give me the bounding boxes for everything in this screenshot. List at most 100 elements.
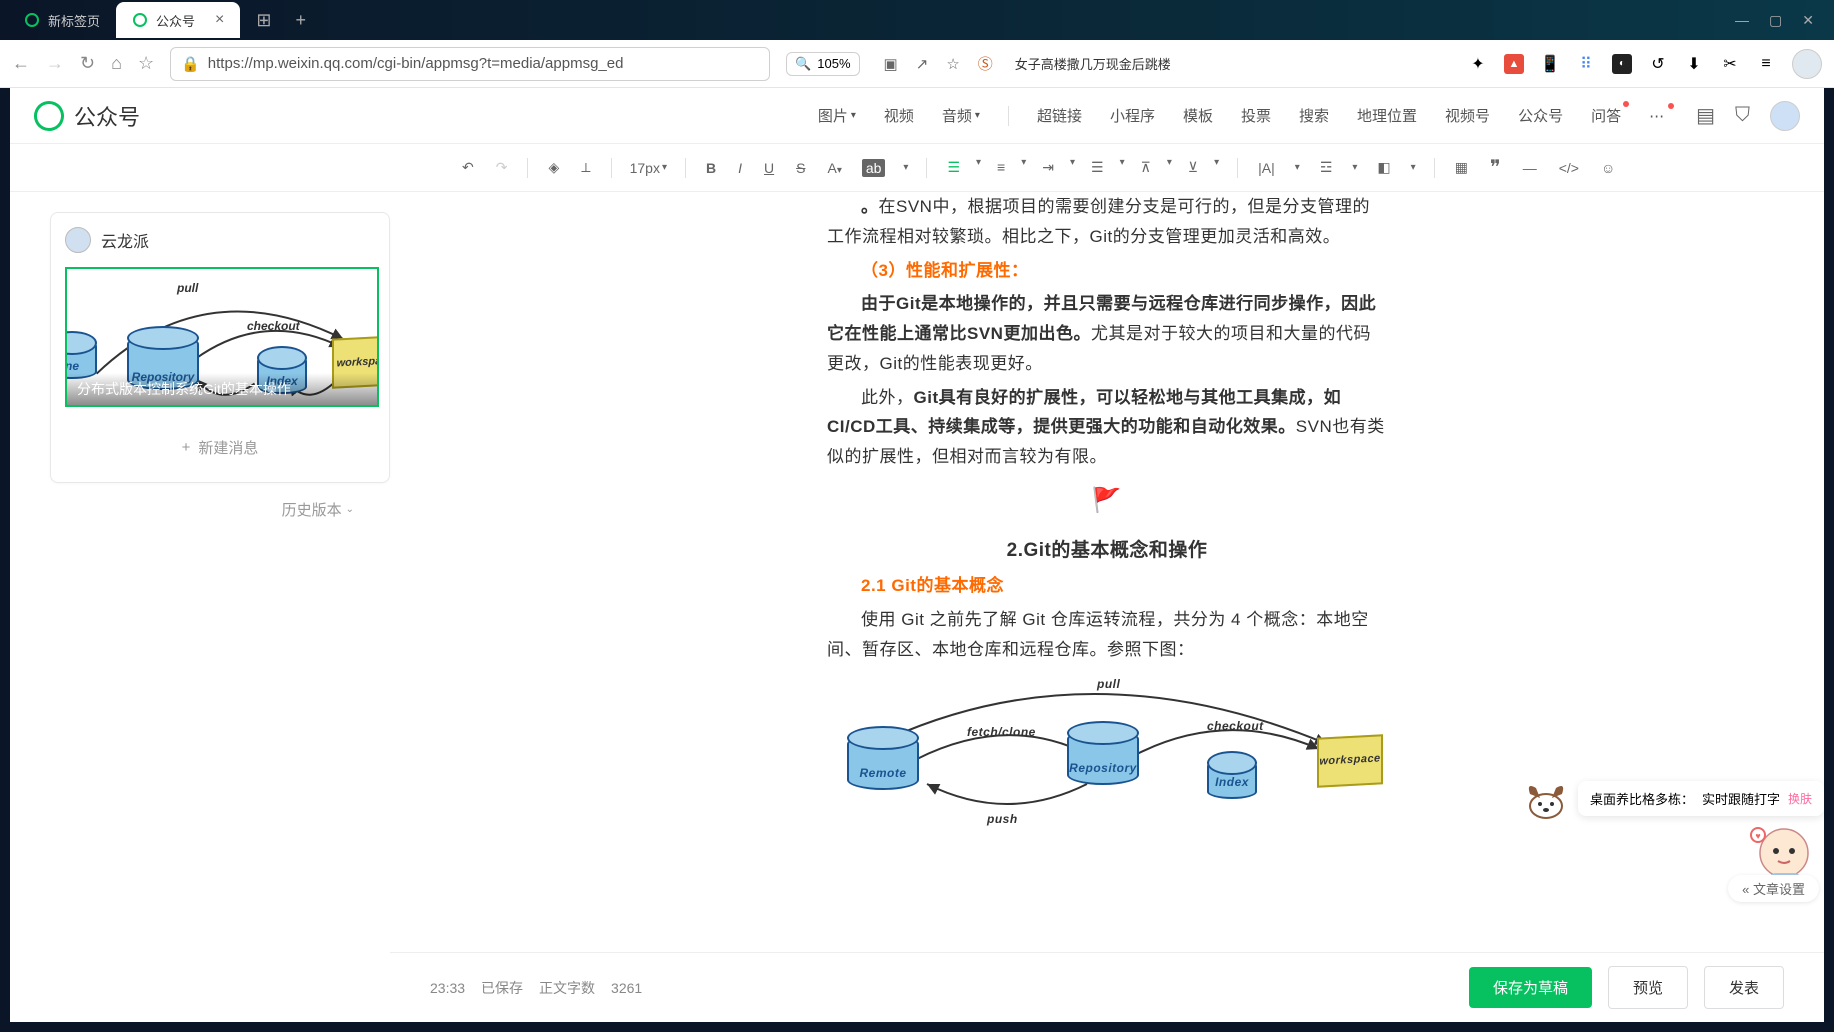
quote-icon[interactable]: ❞ bbox=[1488, 153, 1503, 182]
paragraph: 使用 Git 之前先了解 Git 仓库运转流程，共分为 4 个概念：本地空间、暂… bbox=[827, 605, 1387, 665]
menu-link[interactable]: 超链接 bbox=[1037, 105, 1082, 126]
url-text: https://mp.weixin.qq.com/cgi-bin/appmsg?… bbox=[208, 55, 624, 72]
ext-red-icon[interactable]: ▲ bbox=[1504, 54, 1524, 74]
format-painter-icon[interactable]: ◈ bbox=[546, 157, 561, 178]
app-header: 公众号 图片▾ 视频 音频▾ 超链接 小程序 模板 投票 搜索 地理位置 视频号… bbox=[10, 88, 1824, 144]
indent-icon[interactable]: ⇥ bbox=[1040, 157, 1056, 178]
url-input[interactable]: 🔒 https://mp.weixin.qq.com/cgi-bin/appms… bbox=[170, 47, 770, 81]
menu-video[interactable]: 视频 bbox=[884, 105, 914, 126]
float-icon[interactable]: ◧ bbox=[1375, 157, 1392, 178]
editor-canvas[interactable]: 。在SVN中，根据项目的需要创建分支是可行的，但是分支管理的工作流程相对较繁琐。… bbox=[390, 192, 1824, 952]
ext-ai-icon[interactable]: ✦ bbox=[1468, 54, 1488, 74]
back-icon[interactable]: ← bbox=[12, 53, 30, 74]
clear-format-icon[interactable]: ⟂ bbox=[579, 157, 592, 178]
strike-icon[interactable]: S bbox=[794, 158, 807, 178]
capture-icon[interactable]: ▣ bbox=[884, 55, 898, 73]
zoom-indicator[interactable]: 🔍 105% bbox=[786, 52, 859, 76]
text-color-icon[interactable]: A▾ bbox=[825, 158, 843, 178]
ext-history-icon[interactable]: ↺ bbox=[1648, 54, 1668, 74]
ext-download-icon[interactable]: ⬇ bbox=[1684, 54, 1704, 74]
menu-vote[interactable]: 投票 bbox=[1241, 105, 1271, 126]
letter-spacing-icon[interactable]: |A| bbox=[1256, 158, 1277, 178]
forward-icon[interactable]: → bbox=[46, 53, 64, 74]
ext-menu-icon[interactable]: ≡ bbox=[1756, 54, 1776, 74]
tab-icon-360 bbox=[24, 12, 40, 28]
ext-scissors-icon[interactable]: ✂ bbox=[1720, 54, 1740, 74]
spacing-top-icon[interactable]: ⊼ bbox=[1139, 157, 1153, 178]
tab-toolbox-icon[interactable]: ⊞ bbox=[248, 6, 279, 35]
shield-icon[interactable]: ⛉ bbox=[1735, 104, 1750, 127]
history-link[interactable]: 历史版本 ⌄ bbox=[50, 499, 390, 520]
brand-name: 公众号 bbox=[74, 100, 140, 132]
home-icon[interactable]: ⌂ bbox=[111, 53, 122, 74]
publish-button[interactable]: 发表 bbox=[1704, 966, 1784, 1009]
menu-audio[interactable]: 音频▾ bbox=[942, 105, 980, 126]
menu-more[interactable]: ⋯ bbox=[1649, 107, 1666, 125]
menu-search[interactable]: 搜索 bbox=[1299, 105, 1329, 126]
favorite-icon[interactable]: ☆ bbox=[946, 55, 959, 73]
pet-msg-prefix: 桌面养比格多栋： bbox=[1590, 789, 1694, 808]
account-avatar-icon bbox=[65, 227, 91, 253]
news-snippet[interactable]: 女子高楼撒几万现金后跳楼 bbox=[1015, 54, 1171, 73]
add-message-button[interactable]: + 新建消息 bbox=[65, 427, 375, 468]
brand[interactable]: 公众号 bbox=[34, 100, 140, 132]
flag-icon: 🚩 bbox=[827, 480, 1387, 522]
user-avatar-button[interactable] bbox=[1792, 49, 1822, 79]
ext-dark-icon[interactable]: ◐ bbox=[1612, 54, 1632, 74]
lock-icon: 🔒 bbox=[181, 55, 200, 73]
sogou-ext-icon[interactable]: Ⓢ bbox=[978, 53, 993, 74]
save-draft-button[interactable]: 保存为草稿 bbox=[1469, 967, 1592, 1008]
heading-3: （3）性能和扩展性： bbox=[827, 256, 1387, 286]
italic-icon[interactable]: I bbox=[736, 158, 744, 178]
change-skin-button[interactable]: 换肤 bbox=[1788, 790, 1812, 807]
window-close-icon[interactable]: ✕ bbox=[1802, 12, 1814, 29]
thumb-caption: 分布式版本控制系统Git的基本操作 bbox=[67, 373, 377, 405]
article-thumbnail[interactable]: pull checkout commit add ne Repository I… bbox=[65, 267, 379, 407]
menu-template[interactable]: 模板 bbox=[1183, 105, 1213, 126]
spacing-bottom-icon[interactable]: ⊻ bbox=[1186, 157, 1200, 178]
share-icon[interactable]: ↗ bbox=[916, 55, 929, 73]
emoji-icon[interactable]: ☺ bbox=[1599, 158, 1617, 178]
code-icon[interactable]: </> bbox=[1557, 158, 1581, 178]
window-maximize-icon[interactable]: ▢ bbox=[1769, 12, 1782, 29]
pet-bubble-zone: 桌面养比格多栋： 实时跟随打字 换肤 bbox=[1522, 774, 1824, 822]
ext-phone-icon[interactable]: 📱 bbox=[1540, 54, 1560, 74]
menu-image[interactable]: 图片▾ bbox=[818, 105, 856, 126]
ext-translate-icon[interactable]: ⠿ bbox=[1576, 54, 1596, 74]
menu-qa[interactable]: 问答 bbox=[1591, 105, 1621, 126]
pet-message-bubble[interactable]: 桌面养比格多栋： 实时跟随打字 换肤 bbox=[1578, 781, 1824, 816]
editor-footer: 23:33 已保存 正文字数 3261 保存为草稿 预览 发表 bbox=[390, 952, 1824, 1022]
underline-icon[interactable]: U bbox=[762, 158, 776, 178]
reload-icon[interactable]: ↻ bbox=[80, 53, 95, 74]
font-size-select[interactable]: 17px ▾ bbox=[630, 160, 667, 176]
save-status: 已保存 bbox=[481, 978, 523, 998]
paragraph: 此外，Git具有良好的扩展性，可以轻松地与其他工具集成，如CI/CD工具、持续集… bbox=[827, 383, 1387, 472]
collapse-icon: « bbox=[1742, 882, 1749, 897]
bold-icon[interactable]: B bbox=[704, 158, 718, 178]
menu-account[interactable]: 公众号 bbox=[1518, 105, 1563, 126]
tab-add-icon[interactable]: + bbox=[287, 6, 314, 35]
undo-icon[interactable]: ↶ bbox=[460, 157, 476, 178]
redo-icon[interactable]: ↷ bbox=[494, 157, 510, 178]
sidebar: 云龙派 pull checkout commi bbox=[10, 192, 390, 1022]
tab-active[interactable]: 公众号 × bbox=[116, 2, 240, 38]
menu-miniprogram[interactable]: 小程序 bbox=[1110, 105, 1155, 126]
close-tab-icon[interactable]: × bbox=[215, 11, 224, 29]
article-settings-chip[interactable]: « 文章设置 bbox=[1728, 875, 1819, 902]
menu-channel[interactable]: 视频号 bbox=[1445, 105, 1490, 126]
list-icon[interactable]: ☲ bbox=[1318, 157, 1335, 178]
align-left-icon[interactable]: ☰ bbox=[945, 157, 962, 178]
tab-new[interactable]: 新标签页 bbox=[8, 2, 116, 38]
pet-dog-icon[interactable] bbox=[1522, 774, 1570, 822]
menu-location[interactable]: 地理位置 bbox=[1357, 105, 1417, 126]
line-height-icon[interactable]: ☰ bbox=[1089, 157, 1106, 178]
star-icon[interactable]: ☆ bbox=[138, 53, 154, 74]
hr-icon[interactable]: — bbox=[1521, 158, 1539, 178]
account-avatar[interactable] bbox=[1770, 101, 1800, 131]
preview-button[interactable]: 预览 bbox=[1608, 966, 1688, 1009]
phone-preview-icon[interactable]: ▤ bbox=[1696, 103, 1715, 128]
table-icon[interactable]: ▦ bbox=[1453, 157, 1470, 178]
align-justify-icon[interactable]: ≡ bbox=[995, 157, 1007, 178]
window-minimize-icon[interactable]: — bbox=[1735, 12, 1749, 29]
bg-color-icon[interactable]: ab bbox=[862, 159, 886, 177]
